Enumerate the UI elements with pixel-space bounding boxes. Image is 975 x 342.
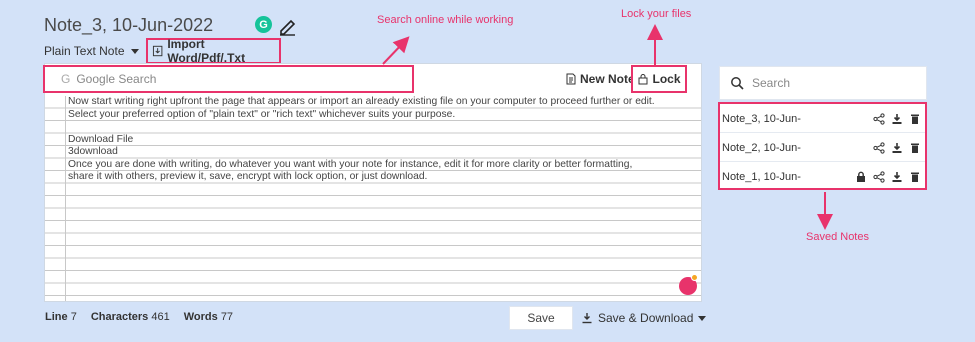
new-note-button[interactable]: New Note [565, 72, 635, 86]
notification-dot-icon [691, 274, 698, 281]
note-item[interactable]: Note_3, 10-Jun- [720, 105, 925, 133]
download-icon[interactable] [891, 113, 903, 125]
document-stats: Line 7 Characters 461 Words 77 [45, 311, 233, 323]
editor-line: Once you are done with writing, do whate… [68, 158, 633, 170]
note-item[interactable]: Note_1, 10-Jun- [720, 163, 925, 191]
grammarly-icon[interactable]: G [255, 16, 272, 33]
google-search-placeholder: Google Search [76, 72, 157, 86]
download-icon [582, 313, 592, 324]
share-icon[interactable] [873, 141, 885, 154]
search-icon [731, 77, 744, 90]
save-download-label: Save & Download [598, 311, 694, 325]
annotation-saved-notes: Saved Notes [806, 231, 869, 243]
stat-characters: Characters 461 [90, 311, 170, 323]
annotation-lock: Lock your files [621, 8, 692, 20]
google-icon: G [61, 72, 71, 86]
import-file-icon [152, 45, 163, 57]
new-note-label: New Note [580, 72, 635, 86]
note-title[interactable]: Note_3, 10-Jun-2022 [44, 15, 213, 36]
edit-pencil-icon[interactable] [277, 16, 297, 36]
google-search-input[interactable]: G Google Search [43, 65, 414, 93]
editor-line: 3download [68, 146, 118, 157]
new-note-icon [566, 73, 576, 85]
saved-notes-list: Note_3, 10-Jun- Note_2, 10-Jun- Note_1, … [718, 102, 927, 190]
note-item-name: Note_3, 10-Jun- [722, 112, 801, 125]
notes-search-input[interactable]: Search [719, 66, 927, 100]
share-icon[interactable] [873, 171, 885, 183]
trash-icon[interactable] [909, 171, 921, 183]
save-download-dropdown[interactable]: Save & Download [581, 311, 707, 325]
annotation-search: Search online while working [377, 14, 514, 26]
editor-line: Download File [68, 133, 134, 145]
editor-textarea[interactable]: Now start writing right upfront the page… [68, 96, 701, 184]
stat-words: Words 77 [183, 311, 234, 323]
note-item-name: Note_2, 10-Jun- [722, 141, 801, 154]
editor-line: share it with others, preview it, save, … [68, 171, 428, 182]
save-button[interactable]: Save [509, 306, 573, 330]
trash-icon[interactable] [909, 113, 921, 125]
stat-line: Line 7 [45, 311, 77, 323]
download-icon[interactable] [891, 171, 903, 183]
note-item-name: Note_1, 10-Jun- [722, 171, 801, 183]
download-icon[interactable] [891, 142, 903, 154]
note-mode-label: Plain Text Note [44, 44, 125, 58]
editor-line: Select your preferred option of "plain t… [68, 108, 456, 120]
chevron-down-icon [130, 48, 139, 54]
lock-label: Lock [652, 72, 681, 86]
editor-gutter [65, 96, 66, 301]
note-item[interactable]: Note_2, 10-Jun- [720, 134, 925, 162]
trash-icon[interactable] [909, 142, 921, 154]
editor-line: Now start writing right upfront the page… [68, 96, 655, 107]
notes-search-placeholder: Search [752, 76, 791, 90]
import-label: Import Word/Pdf/.Txt [167, 37, 246, 65]
chevron-down-icon [698, 315, 707, 321]
lock-icon[interactable] [855, 171, 867, 183]
share-icon[interactable] [873, 112, 885, 125]
note-mode-dropdown[interactable]: Plain Text Note [44, 44, 139, 58]
import-button[interactable]: Import Word/Pdf/.Txt [146, 37, 281, 65]
lock-icon [638, 74, 648, 85]
arrow-to-search [382, 36, 410, 65]
lock-button[interactable]: Lock [631, 65, 687, 93]
